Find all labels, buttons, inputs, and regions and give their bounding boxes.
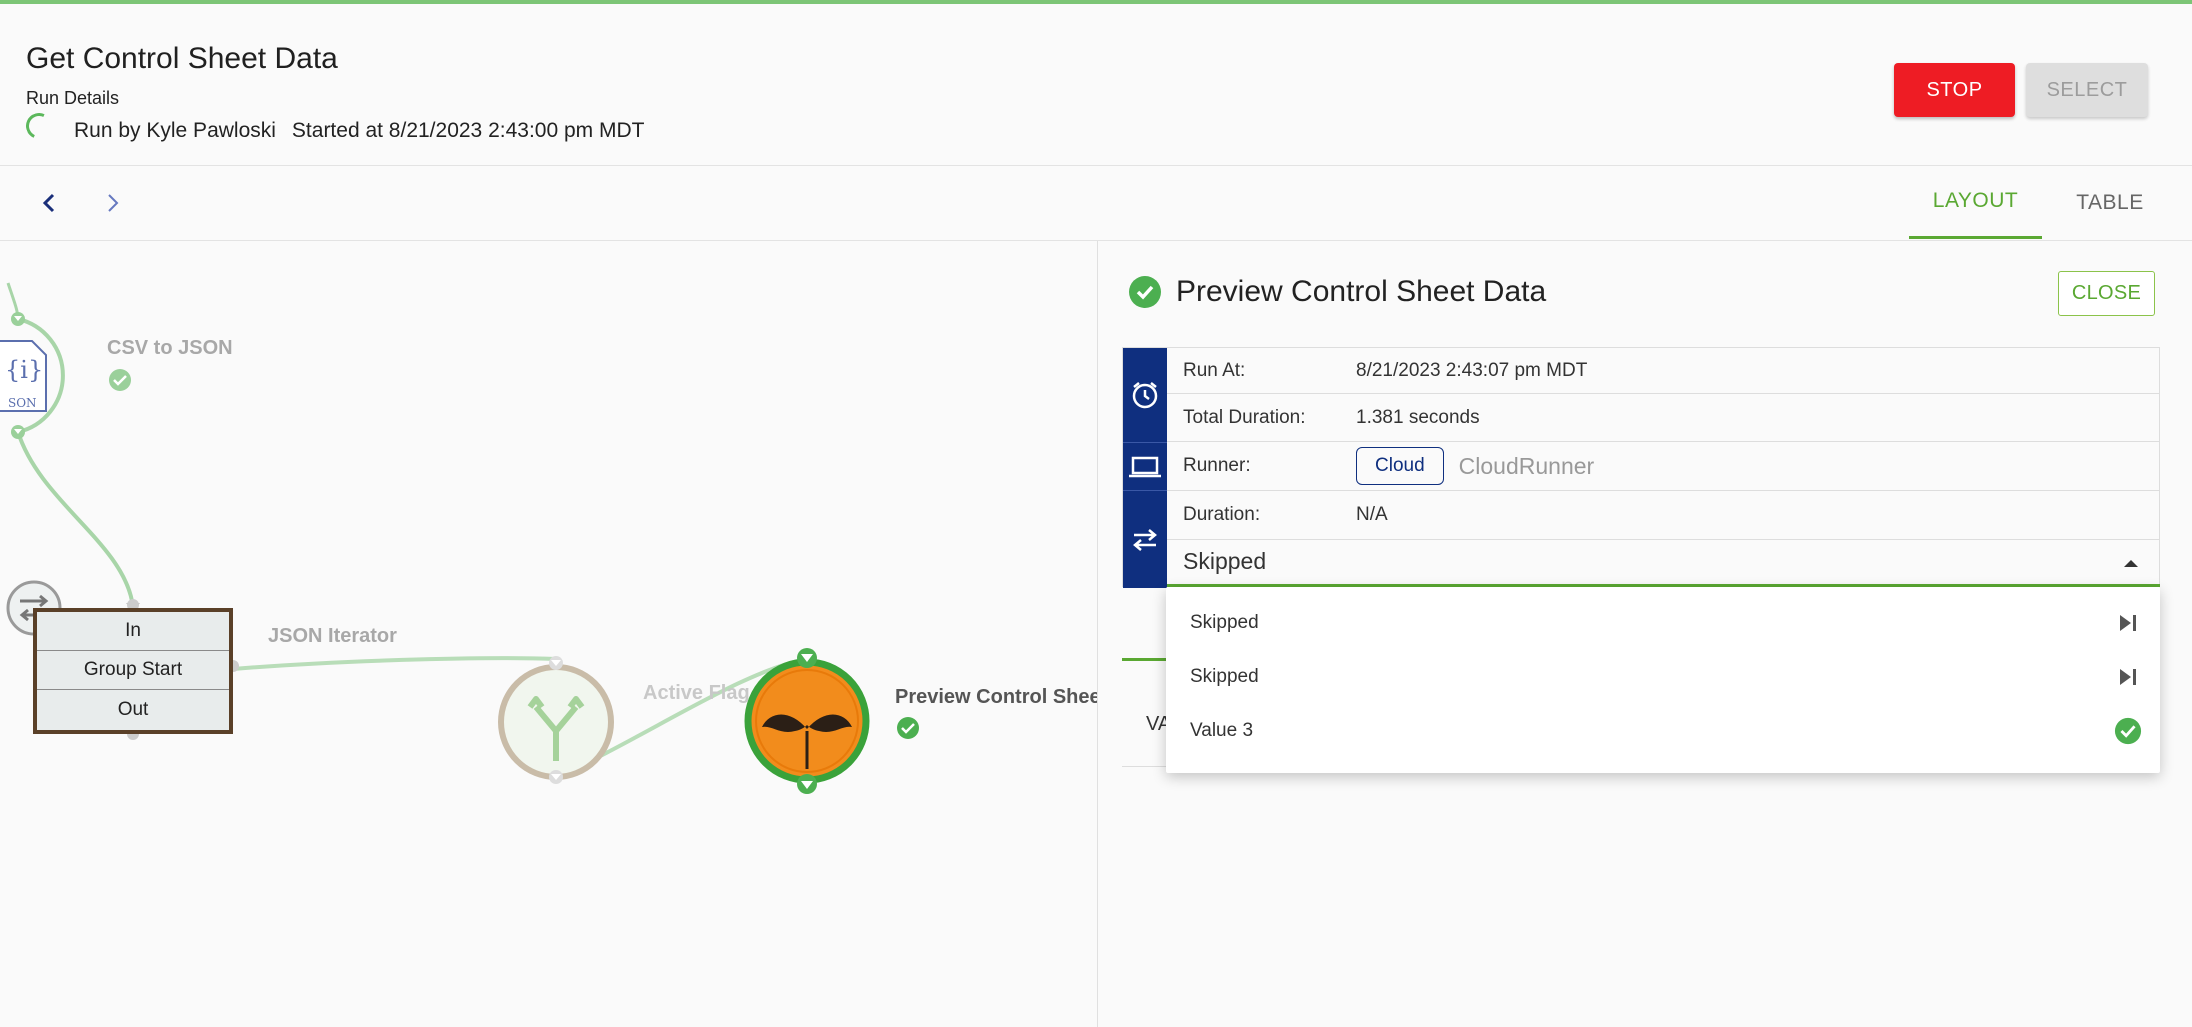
iteration-select-value: Skipped: [1183, 548, 1266, 575]
dropdown-item-label: Value 3: [1190, 720, 1253, 742]
stop-button[interactable]: STOP: [1894, 63, 2015, 117]
chevron-right-icon[interactable]: [98, 188, 128, 218]
dropdown-item[interactable]: Value 3: [1166, 704, 2160, 758]
alarm-clock-icon: [1123, 348, 1167, 442]
view-toolbar: LAYOUT TABLE: [0, 166, 2192, 241]
dropdown-item[interactable]: Skipped: [1166, 596, 2160, 650]
node-label-csv-to-json[interactable]: CSV to JSON: [107, 337, 233, 360]
run-at-row: Run At: 8/21/2023 2:43:07 pm MDT: [1167, 348, 2160, 394]
check-circle-icon: [2114, 717, 2142, 745]
dropdown-item-label: Skipped: [1190, 612, 1259, 634]
duration-value: N/A: [1356, 504, 1388, 526]
laptop-icon: [1123, 443, 1167, 490]
group-row-start[interactable]: Group Start: [37, 651, 229, 690]
dropdown-item[interactable]: Skipped: [1166, 650, 2160, 704]
caret-up-icon[interactable]: [2124, 560, 2138, 567]
iteration-select[interactable]: Skipped: [1167, 540, 2160, 587]
total-duration-label: Total Duration:: [1183, 407, 1306, 429]
repeat-icon: [1123, 491, 1167, 588]
run-by-text: Run by Kyle Pawloski: [74, 119, 276, 143]
total-duration-value: 1.381 seconds: [1356, 407, 1480, 429]
success-check-icon: [1129, 276, 1161, 308]
close-button[interactable]: CLOSE: [2058, 271, 2155, 316]
json-iterator-group[interactable]: In Group Start Out: [33, 608, 233, 734]
run-at-value: 8/21/2023 2:43:07 pm MDT: [1356, 360, 1587, 382]
node-label-preview[interactable]: Preview Control Shee: [895, 686, 1097, 709]
group-row-out[interactable]: Out: [37, 690, 229, 729]
panel-title: Preview Control Sheet Data: [1176, 275, 1546, 309]
runner-name: CloudRunner: [1459, 453, 1595, 480]
skip-next-icon: [2114, 663, 2142, 691]
chevron-left-icon[interactable]: [34, 188, 64, 218]
total-duration-row: Total Duration: 1.381 seconds: [1167, 394, 2160, 442]
duration-row: Duration: N/A: [1167, 491, 2160, 540]
iteration-dropdown-menu: Skipped Skipped Value 3: [1166, 587, 2160, 773]
svg-text:SON: SON: [8, 396, 37, 410]
skip-next-icon: [2114, 609, 2142, 637]
node-label-active-flag[interactable]: Active Flag: [643, 682, 750, 705]
duration-label: Duration:: [1183, 504, 1260, 526]
sub-tab-indicator: [1122, 658, 1168, 661]
json-file-icon: {i}: [5, 356, 43, 384]
runner-label: Runner:: [1183, 455, 1251, 477]
tab-table[interactable]: TABLE: [2058, 166, 2162, 239]
node-label-json-iterator[interactable]: JSON Iterator: [268, 625, 397, 648]
page-title: Get Control Sheet Data: [26, 42, 338, 76]
runner-value: Cloud CloudRunner: [1356, 447, 1594, 485]
node-details-panel: Preview Control Sheet Data CLOSE Run At:…: [1098, 241, 2192, 1027]
dropdown-item-label: Skipped: [1190, 666, 1259, 688]
loading-spinner-icon: [22, 109, 55, 142]
runner-row: Runner: Cloud CloudRunner: [1167, 442, 2160, 491]
cloud-chip[interactable]: Cloud: [1356, 447, 1444, 485]
select-button[interactable]: SELECT: [2026, 63, 2148, 117]
run-at-label: Run At:: [1183, 360, 1245, 382]
run-header: Get Control Sheet Data Run Details Run b…: [0, 4, 2192, 166]
workflow-canvas[interactable]: {i} SON CSV to JSON JSON Iterator Active…: [0, 241, 1097, 1027]
run-info: Run by Kyle Pawloski Started at 8/21/202…: [26, 116, 644, 146]
info-icon-column: [1123, 348, 1167, 588]
tab-layout[interactable]: LAYOUT: [1909, 166, 2042, 239]
page-subtitle: Run Details: [26, 88, 119, 109]
group-row-in[interactable]: In: [37, 612, 229, 651]
started-at-text: Started at 8/21/2023 2:43:00 pm MDT: [292, 119, 645, 143]
run-info-table: Run At: 8/21/2023 2:43:07 pm MDT Total D…: [1122, 347, 2160, 587]
